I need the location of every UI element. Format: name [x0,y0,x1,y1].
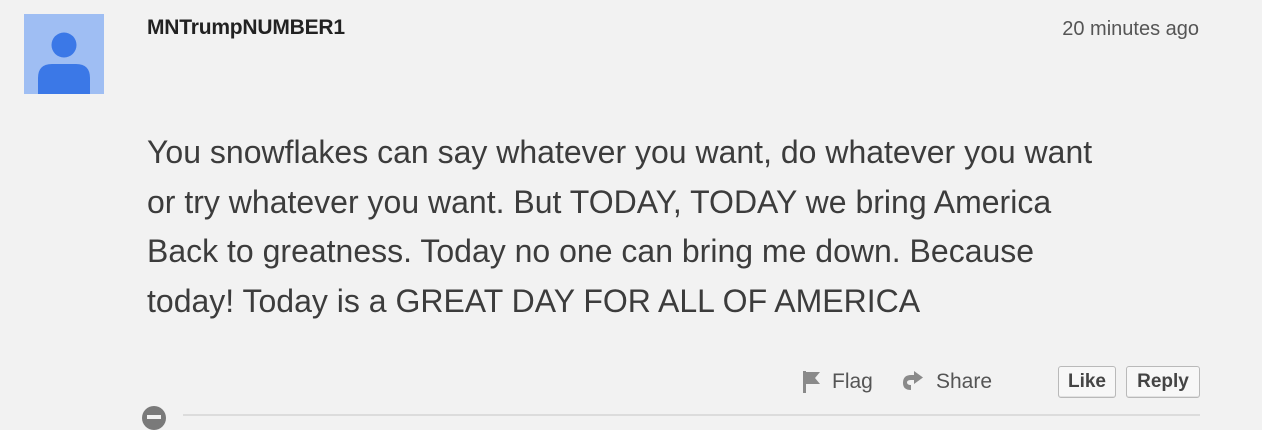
flag-icon [800,370,822,394]
default-user-icon [142,406,166,430]
comment-timestamp[interactable]: 20 minutes ago [1062,18,1199,41]
next-comment-avatar [142,406,166,430]
share-label: Share [936,370,993,393]
share-button[interactable]: Share [900,364,992,400]
default-user-icon [38,32,90,94]
comment-author[interactable]: MNTrumpNUMBER1 [147,16,345,40]
like-button[interactable]: Like [1058,366,1116,398]
share-icon [900,370,926,394]
flag-label: Flag [832,370,873,393]
comment-divider [183,414,1200,416]
comment: MNTrumpNUMBER1 20 minutes ago You snowfl… [0,0,1262,430]
reply-button[interactable]: Reply [1126,366,1200,398]
comment-body: You snowflakes can say whatever you want… [147,134,1093,319]
user-avatar[interactable] [24,14,104,94]
flag-button[interactable]: Flag [800,364,873,400]
